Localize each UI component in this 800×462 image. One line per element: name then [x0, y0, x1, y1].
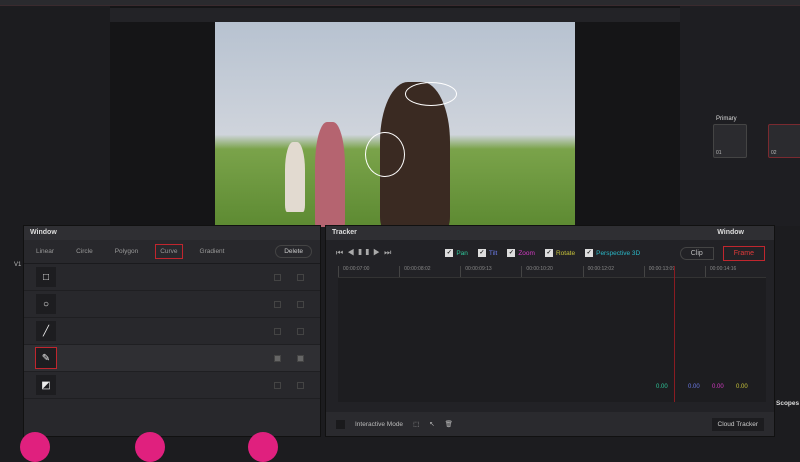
tilt-value: 0.00	[688, 384, 700, 390]
pan-value: 0.00	[656, 384, 668, 390]
decoration	[135, 432, 165, 462]
add-point-icon[interactable]: ↖	[429, 420, 434, 428]
label: Zoom	[518, 249, 535, 257]
track-label: V1	[14, 262, 22, 268]
tracker-graph[interactable]	[338, 266, 766, 402]
playhead[interactable]	[674, 266, 675, 402]
circle-tool[interactable]: Circle	[72, 245, 97, 258]
label: Pan	[456, 249, 468, 257]
decoration	[20, 432, 50, 462]
select-icon[interactable]: ⬚	[413, 420, 419, 428]
label: Rotate	[555, 249, 576, 257]
pan-checkbox[interactable]: ✓ Pan	[445, 249, 468, 257]
timecode: 00:00:09:13	[460, 266, 521, 277]
playback-controls[interactable]: ⏮◀❚❚▶⏭	[336, 248, 395, 258]
pen-icon: ✎	[35, 347, 57, 369]
label: Tilt	[488, 249, 498, 257]
curve-window-shape[interactable]	[365, 132, 405, 177]
mode-dropdown[interactable]: Window	[717, 229, 744, 236]
cloud-tracker-dropdown[interactable]: Cloud Tracker	[711, 417, 764, 431]
interactive-mode-label: Interactive Mode	[355, 420, 404, 428]
timecode: 00:00:12:02	[582, 266, 644, 277]
node-label: 01	[716, 150, 722, 156]
timecode: 00:00:10:20	[521, 266, 582, 277]
viewer-toolbar	[110, 8, 680, 22]
clip-button[interactable]: Clip	[679, 246, 714, 260]
line-icon: ╱	[36, 321, 56, 341]
gradient-icon: ◩	[36, 375, 56, 395]
node-primary[interactable]: 01	[713, 124, 747, 158]
tracker-panel: Tracker Window ⏮◀❚❚▶⏭ ✓ Pan ✓ Tilt ✓ Zoom ✓…	[325, 225, 775, 437]
window-row-gradient[interactable]: ◩	[24, 372, 320, 399]
decoration	[248, 432, 278, 462]
linear-tool[interactable]: Linear	[32, 245, 58, 258]
tilt-checkbox[interactable]: ✓ Tilt	[477, 249, 498, 257]
polygon-tool[interactable]: Polygon	[111, 245, 143, 258]
timecode: 00:00:07:00	[338, 266, 399, 277]
window-row-circle[interactable]: ○	[24, 291, 320, 318]
curve-tool[interactable]: Curve	[155, 244, 183, 259]
rotate-value: 0.00	[736, 384, 748, 390]
curve-window-shape[interactable]	[405, 82, 457, 106]
interactive-mode-checkbox[interactable]	[336, 419, 345, 429]
frame-button[interactable]: Frame	[722, 245, 766, 261]
circle-icon: ○	[36, 294, 56, 314]
timecode: 00:00:08:02	[399, 266, 460, 277]
scopes-tab[interactable]: Scopes	[776, 400, 799, 407]
video-frame[interactable]	[215, 22, 575, 227]
panel-title: Window	[24, 226, 320, 240]
node-editor: 01 Primary 02	[680, 6, 800, 226]
window-panel: Window Linear Circle Polygon Curve Gradi…	[23, 225, 321, 437]
window-row-polygon[interactable]: ╱	[24, 318, 320, 345]
panel-title: Tracker	[332, 229, 357, 236]
node-title: Primary	[716, 116, 737, 122]
gradient-tool[interactable]: Gradient	[196, 245, 229, 258]
square-icon: □	[36, 267, 56, 287]
rotate-checkbox[interactable]: ✓ Rotate	[544, 249, 576, 257]
delete-button[interactable]: Delete	[275, 245, 312, 258]
zoom-value: 0.00	[712, 384, 724, 390]
zoom-checkbox[interactable]: ✓ Zoom	[507, 249, 535, 257]
node-02[interactable]: 02	[768, 124, 800, 158]
node-label: 02	[771, 150, 777, 156]
background-person	[315, 122, 345, 227]
perspective-checkbox[interactable]: ✓ Perspective 3D	[585, 249, 640, 257]
timeline-ruler[interactable]: 00:00:07:00 00:00:08:02 00:00:09:13 00:0…	[338, 266, 766, 278]
window-row-linear[interactable]: □	[24, 264, 320, 291]
delete-point-icon[interactable]: 🗑	[445, 420, 453, 428]
window-row-curve[interactable]: ✎	[24, 345, 320, 372]
label: Perspective 3D	[596, 249, 641, 257]
background-person	[285, 142, 305, 212]
timecode: 00:00:14:16	[704, 266, 766, 277]
